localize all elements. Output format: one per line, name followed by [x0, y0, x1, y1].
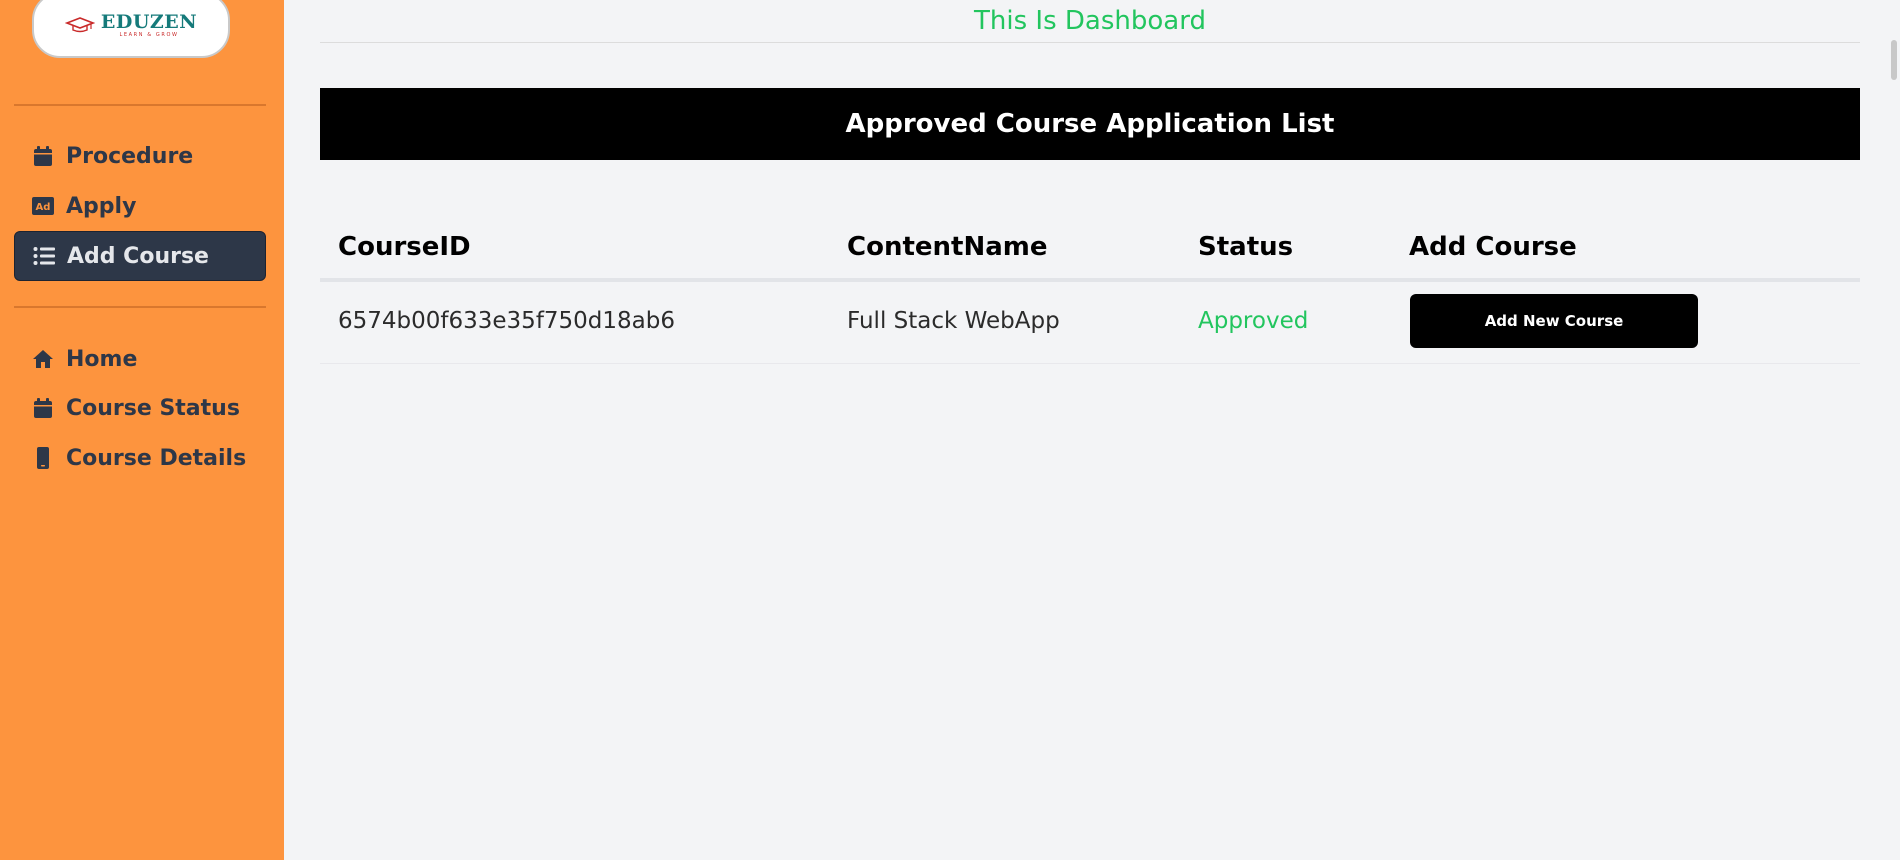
- column-header-content-name: ContentName: [847, 232, 1048, 262]
- home-icon: [32, 348, 54, 370]
- page-title: This Is Dashboard: [974, 6, 1206, 36]
- calendar-icon: [32, 145, 54, 167]
- column-header-status: Status: [1198, 232, 1294, 262]
- sidebar-item-label: Course Status: [66, 395, 240, 421]
- graduation-cap-icon: [64, 17, 95, 33]
- list-banner: Approved Course Application List: [320, 88, 1860, 160]
- ad-icon: Ad: [32, 195, 54, 217]
- title-divider: [320, 42, 1860, 43]
- sidebar-divider: [14, 104, 266, 106]
- mobile-icon: [32, 447, 54, 469]
- sidebar-divider: [14, 306, 266, 308]
- brand-name: EDUZEN: [100, 11, 198, 33]
- sidebar-item-course-details[interactable]: Course Details: [14, 433, 266, 483]
- svg-text:Ad: Ad: [36, 202, 51, 213]
- table-header: CourseID ContentName Status Add Course: [320, 220, 1860, 282]
- add-new-course-button[interactable]: Add New Course: [1410, 294, 1698, 348]
- course-table: CourseID ContentName Status Add Course 6…: [320, 220, 1860, 364]
- sidebar-item-label: Procedure: [66, 143, 194, 169]
- table-row: 6574b00f633e35f750d18ab6 Full Stack WebA…: [320, 282, 1860, 364]
- column-header-course-id: CourseID: [338, 232, 471, 262]
- sidebar-item-label: Add Course: [67, 243, 209, 269]
- status-cell: Approved: [1198, 308, 1309, 334]
- content-name-cell: Full Stack WebApp: [847, 308, 1060, 334]
- sidebar: EDUZEN LEARN & GROW Procedure Ad Apply A…: [0, 0, 284, 860]
- scrollbar-thumb[interactable]: [1891, 40, 1897, 80]
- brand-tagline: LEARN & GROW: [119, 32, 179, 38]
- banner-title: Approved Course Application List: [845, 109, 1335, 139]
- sidebar-item-label: Home: [66, 346, 138, 372]
- page-scrollbar[interactable]: [1886, 0, 1900, 860]
- sidebar-item-home[interactable]: Home: [14, 334, 266, 384]
- sidebar-item-procedure[interactable]: Procedure: [14, 131, 266, 181]
- main-content: This Is Dashboard Approved Course Applic…: [284, 0, 1900, 860]
- sidebar-item-add-course[interactable]: Add Course: [14, 231, 266, 281]
- list-icon: [33, 245, 55, 267]
- sidebar-item-label: Apply: [66, 193, 137, 219]
- column-header-add-course: Add Course: [1409, 232, 1577, 262]
- logo[interactable]: EDUZEN LEARN & GROW: [32, 0, 230, 58]
- sidebar-item-course-status[interactable]: Course Status: [14, 383, 266, 433]
- calendar-icon: [32, 397, 54, 419]
- sidebar-item-apply[interactable]: Ad Apply: [14, 181, 266, 231]
- sidebar-item-label: Course Details: [66, 445, 247, 471]
- course-id-cell: 6574b00f633e35f750d18ab6: [338, 308, 676, 334]
